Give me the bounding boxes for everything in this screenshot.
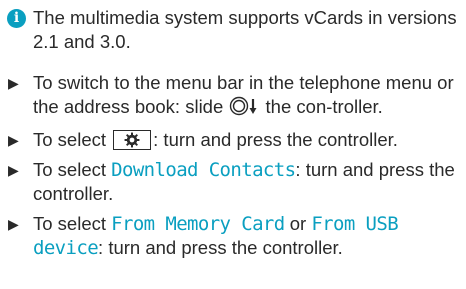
step-text-before: To select [33,129,112,150]
bullet-arrow-icon: ▶ [8,216,19,232]
step-select-settings: ▶ To select : turn and press the control… [7,128,463,152]
display-text-download-contacts: Download Contacts [111,159,296,181]
controller-slide-down-icon [229,96,259,122]
instruction-page: i The multimedia system supports vCards … [7,6,463,260]
settings-gear-icon [113,130,152,150]
info-text: The multimedia system supports vCards in… [33,7,457,52]
display-text-from-memory-card: From Memory Card [111,213,285,235]
info-note: i The multimedia system supports vCards … [7,6,463,54]
step-select-download-contacts: ▶ To select Download Contacts: turn and … [7,158,463,206]
step-select-source: ▶ To select From Memory Card or From USB… [7,212,463,260]
step-text-after: the con-troller. [260,96,383,117]
step-text-after: : turn and press the controller. [153,129,398,150]
bullet-arrow-icon: ▶ [8,162,19,178]
step-text-before: To select [33,159,112,180]
bullet-arrow-icon: ▶ [8,75,19,91]
bullet-arrow-icon: ▶ [8,132,19,148]
step-text-middle: or [284,213,312,234]
step-text-after: : turn and press the controller. [98,237,343,258]
step-text-before: To select [33,213,112,234]
info-icon: i [7,9,26,28]
step-switch-menu-bar: ▶ To switch to the menu bar in the telep… [7,71,463,122]
